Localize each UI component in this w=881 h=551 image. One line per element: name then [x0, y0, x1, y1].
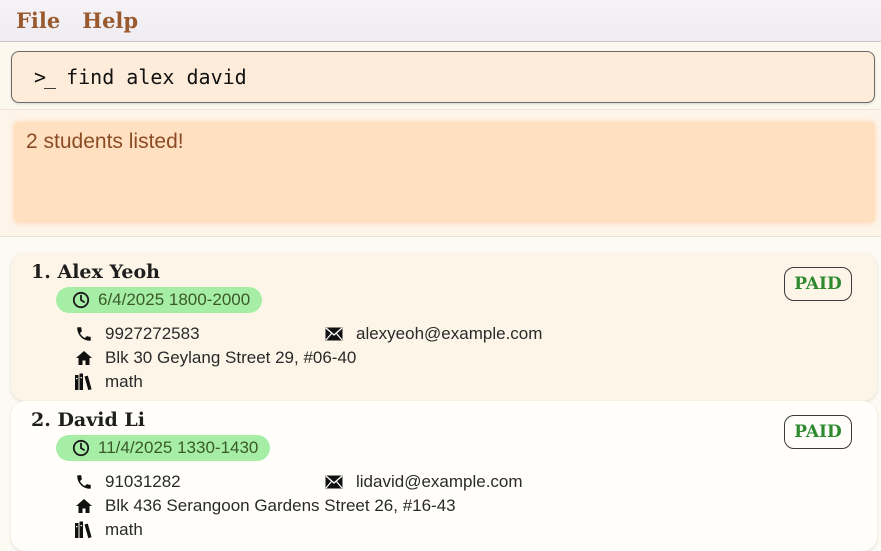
student-card[interactable]: 2. David Li 11/4/2025 1330-1430 PAID 910…	[11, 401, 877, 551]
phone-text: 9927272583	[105, 324, 200, 343]
phone-row: 9927272583	[74, 324, 200, 344]
address-text: Blk 30 Geylang Street 29, #06-40	[105, 348, 357, 367]
schedule-tag: 11/4/2025 1330-1430	[56, 435, 271, 461]
home-icon	[74, 496, 94, 516]
menu-help[interactable]: Help	[82, 8, 138, 33]
subject-text: math	[105, 520, 143, 539]
command-input[interactable]	[66, 65, 827, 89]
menu-file[interactable]: File	[16, 8, 60, 33]
student-card[interactable]: 1. Alex Yeoh 6/4/2025 1800-2000 PAID 992…	[11, 253, 877, 401]
schedule-text: 6/4/2025 1800-2000	[98, 290, 251, 309]
subject-row: math	[74, 520, 143, 540]
subject-text: math	[105, 372, 143, 391]
terminal-prompt-icon: >_	[34, 65, 56, 89]
status-badge: PAID	[784, 267, 852, 301]
mail-icon	[324, 324, 344, 344]
address-row: Blk 436 Serangoon Gardens Street 26, #16…	[74, 496, 456, 516]
student-name: 2. David Li	[31, 409, 145, 431]
result-display: 2 students listed!	[14, 122, 875, 223]
email-text: alexyeoh@example.com	[356, 324, 543, 343]
phone-row: 91031282	[74, 472, 181, 492]
schedule-text: 11/4/2025 1330-1430	[98, 438, 259, 457]
email-row: alexyeoh@example.com	[324, 324, 542, 344]
status-badge: PAID	[784, 415, 852, 449]
phone-icon	[74, 324, 94, 344]
address-text: Blk 436 Serangoon Gardens Street 26, #16…	[105, 496, 456, 515]
phone-icon	[74, 472, 94, 492]
books-icon	[74, 372, 94, 392]
address-row: Blk 30 Geylang Street 29, #06-40	[74, 348, 356, 368]
email-text: lidavid@example.com	[356, 472, 523, 491]
clock-icon	[72, 291, 90, 309]
student-name: 1. Alex Yeoh	[31, 261, 160, 283]
clock-icon	[72, 439, 90, 457]
command-area: >_	[0, 42, 881, 109]
email-row: lidavid@example.com	[324, 472, 523, 492]
mail-icon	[324, 472, 344, 492]
schedule-tag: 6/4/2025 1800-2000	[56, 287, 263, 313]
home-icon	[74, 348, 94, 368]
result-area: 2 students listed!	[0, 109, 881, 238]
command-box[interactable]: >_	[11, 51, 875, 103]
menu-bar: File Help	[0, 0, 881, 42]
books-icon	[74, 520, 94, 540]
student-list[interactable]: 1. Alex Yeoh 6/4/2025 1800-2000 PAID 992…	[0, 236, 881, 551]
subject-row: math	[74, 372, 143, 392]
phone-text: 91031282	[105, 472, 181, 491]
result-message: 2 students listed!	[26, 130, 184, 153]
